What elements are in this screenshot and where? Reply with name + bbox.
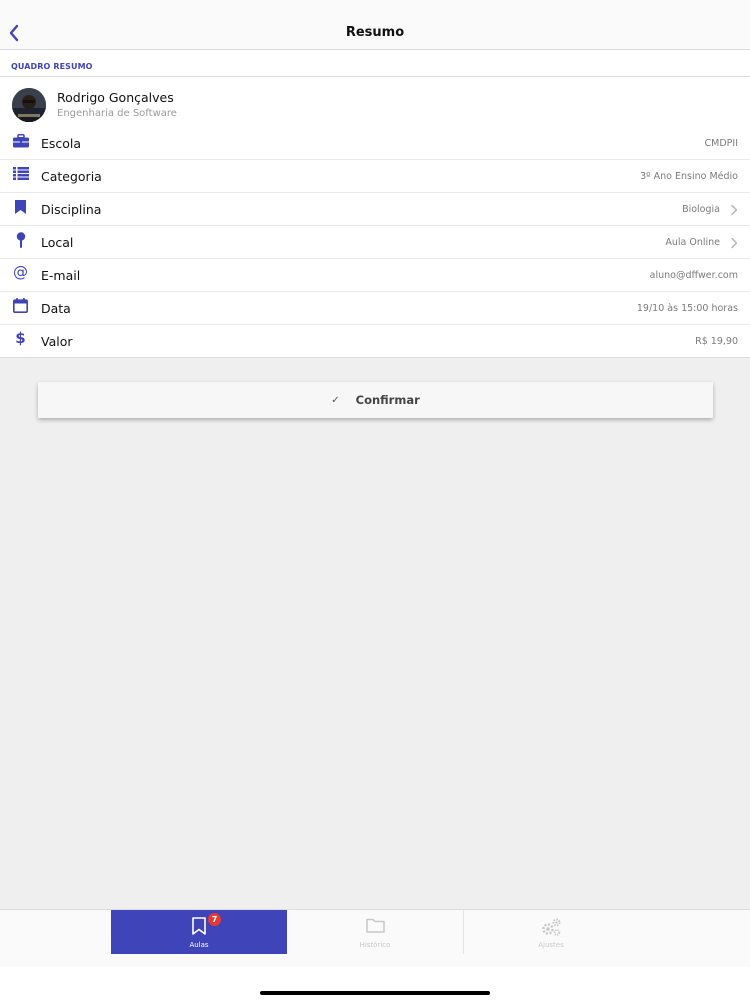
checkmark-icon: ✓ bbox=[331, 394, 340, 406]
chevron-right-icon bbox=[731, 237, 738, 249]
page-title: Resumo bbox=[345, 25, 405, 40]
tab-aulas[interactable]: 7 Aulas bbox=[111, 910, 287, 954]
row-escola: Escola CMDPII bbox=[0, 127, 750, 160]
dollar-icon: $ bbox=[15, 329, 26, 347]
row-value: 19/10 às 15:00 horas bbox=[636, 303, 738, 314]
chevron-right-icon bbox=[731, 204, 738, 216]
gears-icon bbox=[463, 917, 639, 936]
briefcase-icon bbox=[12, 132, 29, 149]
row-label: Local bbox=[41, 235, 74, 250]
row-disciplina[interactable]: Disciplina Biologia bbox=[0, 193, 750, 226]
row-label: Escola bbox=[41, 136, 82, 151]
row-email: @ E-mail aluno@dffwer.com bbox=[0, 259, 750, 292]
at-icon: @ bbox=[13, 263, 28, 281]
row-value: Biologia bbox=[682, 204, 720, 215]
row-label: E-mail bbox=[41, 268, 81, 283]
folder-icon bbox=[287, 917, 463, 935]
summary-list: Escola CMDPII Categoria 3º Ano Ensino Mé… bbox=[0, 127, 750, 358]
bookmark-icon bbox=[12, 198, 29, 215]
row-data: Data 19/10 às 15:00 horas bbox=[0, 292, 750, 325]
row-categoria: Categoria 3º Ano Ensino Médio bbox=[0, 160, 750, 193]
profile-name: Rodrigo Gonçalves bbox=[57, 90, 174, 105]
notification-badge: 7 bbox=[208, 913, 221, 926]
calendar-icon bbox=[12, 297, 29, 314]
tab-label: Aulas bbox=[189, 941, 209, 949]
confirm-label: Confirmar bbox=[355, 393, 420, 407]
home-indicator[interactable] bbox=[260, 991, 490, 995]
navigation-bar: Resumo bbox=[0, 0, 750, 50]
home-area bbox=[0, 967, 750, 1000]
row-value: Aula Online bbox=[665, 237, 720, 248]
confirm-button[interactable]: ✓ Confirmar bbox=[38, 382, 713, 418]
avatar bbox=[12, 88, 46, 122]
list-icon bbox=[12, 165, 29, 182]
row-value: R$ 19,90 bbox=[695, 336, 738, 347]
tab-bar: 7 Aulas Histórico Ajustes bbox=[0, 909, 750, 967]
profile-course: Engenharia de Software bbox=[57, 108, 177, 119]
section-label: QUADRO RESUMO bbox=[11, 62, 93, 71]
row-label: Valor bbox=[41, 334, 73, 349]
row-label: Categoria bbox=[41, 169, 102, 184]
row-label: Disciplina bbox=[41, 202, 102, 217]
row-value: aluno@dffwer.com bbox=[649, 270, 738, 281]
summary-panel: QUADRO RESUMO Rodrigo Gonçalves Engenhar… bbox=[0, 50, 750, 358]
tab-label: Histórico bbox=[359, 941, 391, 949]
tab-historico[interactable]: Histórico bbox=[287, 910, 463, 954]
row-valor: $ Valor R$ 19,90 bbox=[0, 325, 750, 358]
row-value: 3º Ano Ensino Médio bbox=[640, 171, 738, 182]
row-local[interactable]: Local Aula Online bbox=[0, 226, 750, 259]
tab-label: Ajustes bbox=[538, 941, 564, 949]
row-label: Data bbox=[41, 301, 71, 316]
profile-row: Rodrigo Gonçalves Engenharia de Software bbox=[0, 77, 750, 127]
bookmark-icon bbox=[111, 917, 287, 935]
row-value: CMDPII bbox=[704, 138, 738, 149]
tab-ajustes[interactable]: Ajustes bbox=[463, 910, 639, 954]
pin-icon bbox=[12, 231, 29, 248]
